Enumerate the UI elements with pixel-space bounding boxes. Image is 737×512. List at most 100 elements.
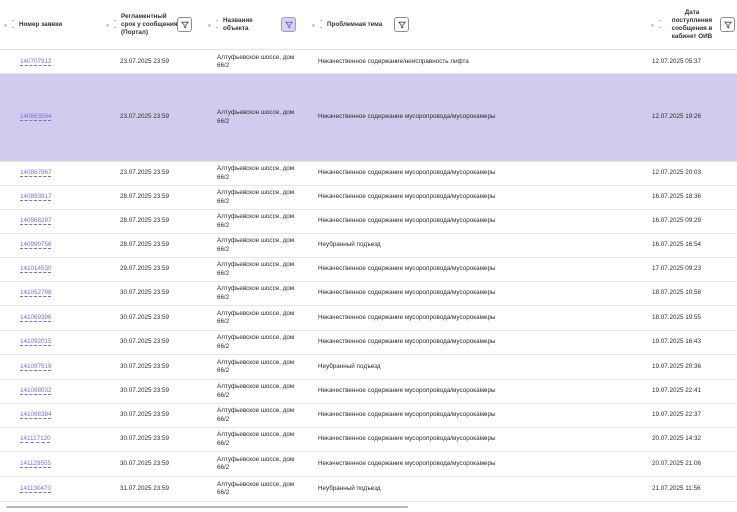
table-row[interactable]: 141129555 30.07.2025 23:59 Алтуфьевское шо… — [0, 452, 737, 477]
table-row[interactable]: 141014530 29.07.2025 23:59 Алтуфьевское шо… — [0, 258, 737, 282]
deadline-cell-wrap: 30.07.2025 23:59 — [120, 355, 200, 379]
object-cell: Алтуфьевское шоссе, дом 66/2 — [217, 334, 295, 350]
sort-arrows-icon[interactable]: ⌃ ⌄ — [656, 20, 664, 30]
topic-cell: Некачественное содержание мусоропровода/… — [318, 313, 496, 321]
received-date-cell-wrap: 19.07.2025 16:43 — [652, 331, 732, 354]
request-number-link[interactable]: 141069396 — [20, 314, 52, 322]
received-date-cell-wrap: 16.07.2025 09:29 — [652, 210, 732, 233]
request-number-link[interactable]: 141097519 — [20, 363, 52, 371]
topic-cell: Некачественное содержание/неисправность … — [318, 57, 469, 65]
request-number-link[interactable]: 141014530 — [20, 265, 52, 273]
table-row[interactable]: 140863564 23.07.2025 23:59 Алтуфьевское шо… — [0, 74, 737, 162]
deadline-cell: 31.07.2025 23:59 — [120, 484, 170, 492]
object-cell: Алтуфьевское шоссе, дом 66/2 — [217, 237, 295, 253]
request-number-link-wrap: 141092015 — [20, 331, 100, 354]
table-row[interactable]: 140893817 28.07.2025 23:59 Алтуфьевское шо… — [0, 186, 737, 210]
table-row[interactable]: 140990756 28.07.2025 23:59 Алтуфьевское шо… — [0, 234, 737, 258]
header-object-label: Название объекта — [223, 16, 253, 32]
object-cell-wrap: Алтуфьевское шоссе, дом 66/2 — [217, 234, 302, 257]
sort-arrows-icon[interactable]: ⌃ ⌄ — [9, 20, 17, 30]
request-number-link[interactable]: 141098384 — [20, 411, 52, 419]
deadline-cell: 30.07.2025 23:59 — [120, 289, 170, 297]
received-date-cell: 20.07.2025 21:06 — [652, 459, 702, 467]
table-row[interactable]: 141098384 30.07.2025 23:59 Алтуфьевское шо… — [0, 404, 737, 428]
request-number-link[interactable]: 140893817 — [20, 193, 52, 201]
deadline-cell-wrap: 28.07.2025 23:59 — [120, 234, 200, 257]
table-row[interactable]: 141097519 30.07.2025 23:59 Алтуфьевское шо… — [0, 355, 737, 380]
drag-handle-icon[interactable] — [106, 23, 109, 27]
table-row[interactable]: 141052788 30.07.2025 23:59 Алтуфьевское шо… — [0, 282, 737, 306]
sort-arrows-icon[interactable]: ⌃ ⌄ — [317, 20, 325, 30]
deadline-cell-wrap: 30.07.2025 23:59 — [120, 306, 200, 330]
object-cell: Алтуфьевское шоссе, дом 66/2 — [217, 213, 295, 229]
request-number-link[interactable]: 141117120 — [20, 435, 51, 443]
deadline-cell-wrap: 23.07.2025 23:59 — [120, 74, 200, 161]
received-date-cell: 12.07.2025 20:03 — [652, 169, 702, 177]
received-date-cell-wrap: 12.07.2025 20:03 — [652, 162, 732, 185]
table-row[interactable]: 141092015 30.07.2025 23:59 Алтуфьевское шо… — [0, 331, 737, 355]
object-cell: Алтуфьевское шоссе, дом 66/2 — [217, 165, 295, 181]
topic-cell: Некачественное содержание мусоропровода/… — [318, 387, 496, 395]
header-received[interactable]: ⌃ ⌄ Дата поступления сообщения в кабинет … — [640, 0, 718, 50]
deadline-cell: 30.07.2025 23:59 — [120, 435, 170, 443]
table-row[interactable]: 141130470 31.07.2025 23:59 Алтуфьевское шо… — [0, 477, 737, 502]
topic-cell-wrap: Некачественное содержание мусоропровода/… — [318, 282, 638, 305]
table-row[interactable]: 141069396 30.07.2025 23:59 Алтуфьевское шо… — [0, 306, 737, 331]
received-date-cell: 18.07.2025 19:55 — [652, 313, 702, 321]
deadline-cell: 30.07.2025 23:59 — [120, 313, 170, 321]
request-number-link[interactable]: 141052788 — [20, 289, 52, 297]
received-date-cell: 16.07.2025 18:36 — [652, 193, 702, 201]
filter-received-button[interactable] — [720, 17, 735, 32]
object-cell-wrap: Алтуфьевское шоссе, дом 66/2 — [217, 428, 302, 451]
request-number-link[interactable]: 141092015 — [20, 338, 52, 346]
drag-handle-icon[interactable] — [651, 23, 654, 27]
request-number-link[interactable]: 141130470 — [20, 485, 51, 493]
request-number-link-wrap: 141098384 — [20, 404, 100, 427]
drag-handle-icon[interactable] — [208, 23, 211, 27]
received-date-cell-wrap: 12.07.2025 19:26 — [652, 74, 732, 161]
object-cell: Алтуфьевское шоссе, дом 66/2 — [217, 309, 295, 325]
filter-object-button[interactable] — [281, 17, 296, 32]
filter-topic-button[interactable] — [394, 17, 409, 32]
topic-cell-wrap: Некачественное содержание мусоропровода/… — [318, 404, 638, 427]
funnel-icon — [284, 21, 293, 28]
deadline-cell-wrap: 30.07.2025 23:59 — [120, 282, 200, 305]
sort-arrows-icon[interactable]: ⌃ ⌄ — [213, 20, 221, 30]
received-date-cell: 12.07.2025 05:37 — [652, 57, 702, 65]
received-date-cell: 17.07.2025 09:23 — [652, 265, 702, 273]
horizontal-scrollbar[interactable] — [6, 506, 408, 508]
topic-cell: Неубранный подъезд — [318, 362, 381, 370]
drag-handle-icon[interactable] — [312, 23, 315, 27]
request-number-link-wrap: 141117120 — [20, 428, 100, 451]
header-number[interactable]: ⌃ ⌄ Номер заявки — [4, 0, 109, 50]
request-number-link-wrap: 141014530 — [20, 258, 100, 281]
object-cell-wrap: Алтуфьевское шоссе, дом 66/2 — [217, 380, 302, 403]
topic-cell: Некачественное содержание мусоропровода/… — [318, 459, 496, 467]
received-date-cell: 18.07.2025 10:58 — [652, 289, 702, 297]
request-number-link[interactable]: 141098032 — [20, 387, 52, 395]
object-cell: Алтуфьевское шоссе, дом 66/2 — [217, 431, 295, 447]
topic-cell-wrap: Некачественное содержание мусоропровода/… — [318, 428, 638, 451]
filter-deadline-button[interactable] — [177, 17, 192, 32]
topic-cell-wrap: Некачественное содержание мусоропровода/… — [318, 380, 638, 403]
table-row[interactable]: 140867867 23.07.2025 23:59 Алтуфьевское шо… — [0, 162, 737, 186]
sort-arrows-icon[interactable]: ⌃ ⌄ — [111, 20, 119, 30]
request-number-link[interactable]: 140707912 — [20, 58, 52, 66]
deadline-cell-wrap: 28.07.2025 23:59 — [120, 186, 200, 209]
table-row[interactable]: 141098032 30.07.2025 23:59 Алтуфьевское шо… — [0, 380, 737, 404]
deadline-cell: 23.07.2025 23:59 — [120, 169, 170, 177]
table-row[interactable]: 141117120 30.07.2025 23:59 Алтуфьевское шо… — [0, 428, 737, 452]
request-number-link[interactable]: 141129555 — [20, 460, 51, 468]
request-number-link[interactable]: 140968297 — [20, 217, 52, 225]
request-number-link[interactable]: 140990756 — [20, 241, 52, 249]
request-number-link[interactable]: 140867867 — [20, 169, 52, 177]
request-number-link-wrap: 140893817 — [20, 186, 100, 209]
drag-handle-icon[interactable] — [4, 23, 7, 27]
table-row[interactable]: 140707912 23.07.2025 23:59 Алтуфьевское шо… — [0, 51, 737, 74]
request-number-link[interactable]: 140863564 — [20, 113, 52, 121]
table-row[interactable]: 140968297 28.07.2025 23:59 Алтуфьевское шо… — [0, 210, 737, 234]
deadline-cell-wrap: 29.07.2025 23:59 — [120, 258, 200, 281]
header-object[interactable]: ⌃ ⌄ Название объекта — [208, 0, 288, 50]
object-cell: Алтуфьевское шоссе, дом 66/2 — [217, 189, 295, 205]
received-date-cell-wrap: 19.07.2025 22:37 — [652, 404, 732, 427]
